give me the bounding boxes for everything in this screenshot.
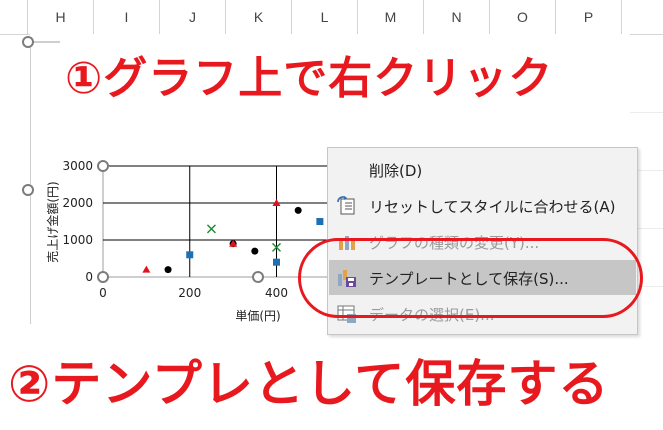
y-axis-title: 売上げ金額(円) (45, 181, 60, 262)
step1-heading: ①グラフ上で右クリック (65, 53, 554, 104)
y-tick-label: 0 (85, 270, 93, 284)
y-tick-label: 1000 (62, 233, 93, 247)
column-header-m[interactable]: M (358, 0, 424, 34)
data-point-square (316, 218, 324, 225)
data-point-square (186, 251, 194, 259)
column-header-o[interactable]: O (490, 0, 556, 34)
column-header-row: H I J K L M N O P (0, 0, 663, 35)
resize-handle-left[interactable] (22, 184, 34, 196)
plot-area-handle-bottom-left[interactable] (97, 271, 109, 283)
data-point-square (273, 258, 280, 266)
row-header-corner[interactable] (0, 0, 28, 34)
data-point-circle (164, 266, 172, 274)
column-header-k[interactable]: K (226, 0, 292, 34)
column-header-q[interactable] (622, 0, 663, 34)
menu-item-reset-style-label: リセットしてスタイルに合わせる(A) (369, 198, 616, 216)
menu-item-reset-style[interactable]: リセットしてスタイルに合わせる(A) (329, 188, 636, 223)
column-header-h[interactable]: H (28, 0, 94, 34)
x-tick-label: 400 (265, 286, 288, 300)
data-point-x (206, 224, 216, 234)
x-tick-label: 200 (178, 286, 201, 300)
grid-line (630, 112, 663, 113)
reset-style-icon (337, 196, 357, 216)
menu-item-delete-label: 削除(D) (369, 162, 423, 180)
column-header-n[interactable]: N (424, 0, 490, 34)
plot-area-handle-bottom[interactable] (252, 271, 264, 283)
x-axis-title: 単価(円) (235, 309, 280, 323)
y-tick-label: 2000 (62, 196, 93, 210)
x-tick-label: 0 (99, 286, 107, 300)
menu-item-delete[interactable]: 削除(D) (329, 152, 636, 187)
step2-heading: ②テンプレとして保存する (8, 355, 610, 413)
column-header-l[interactable]: L (292, 0, 358, 34)
resize-handle-top-left[interactable] (22, 36, 34, 48)
y-tick-label: 3000 (62, 159, 93, 173)
column-header-i[interactable]: I (94, 0, 160, 34)
data-point-circle (251, 247, 259, 255)
plot-area-handle-top-left[interactable] (97, 160, 109, 172)
column-header-j[interactable]: J (160, 0, 226, 34)
column-header-p[interactable]: P (556, 0, 622, 34)
data-point-circle (294, 206, 302, 214)
highlight-ring (298, 238, 643, 318)
data-point-triangle (142, 265, 151, 273)
